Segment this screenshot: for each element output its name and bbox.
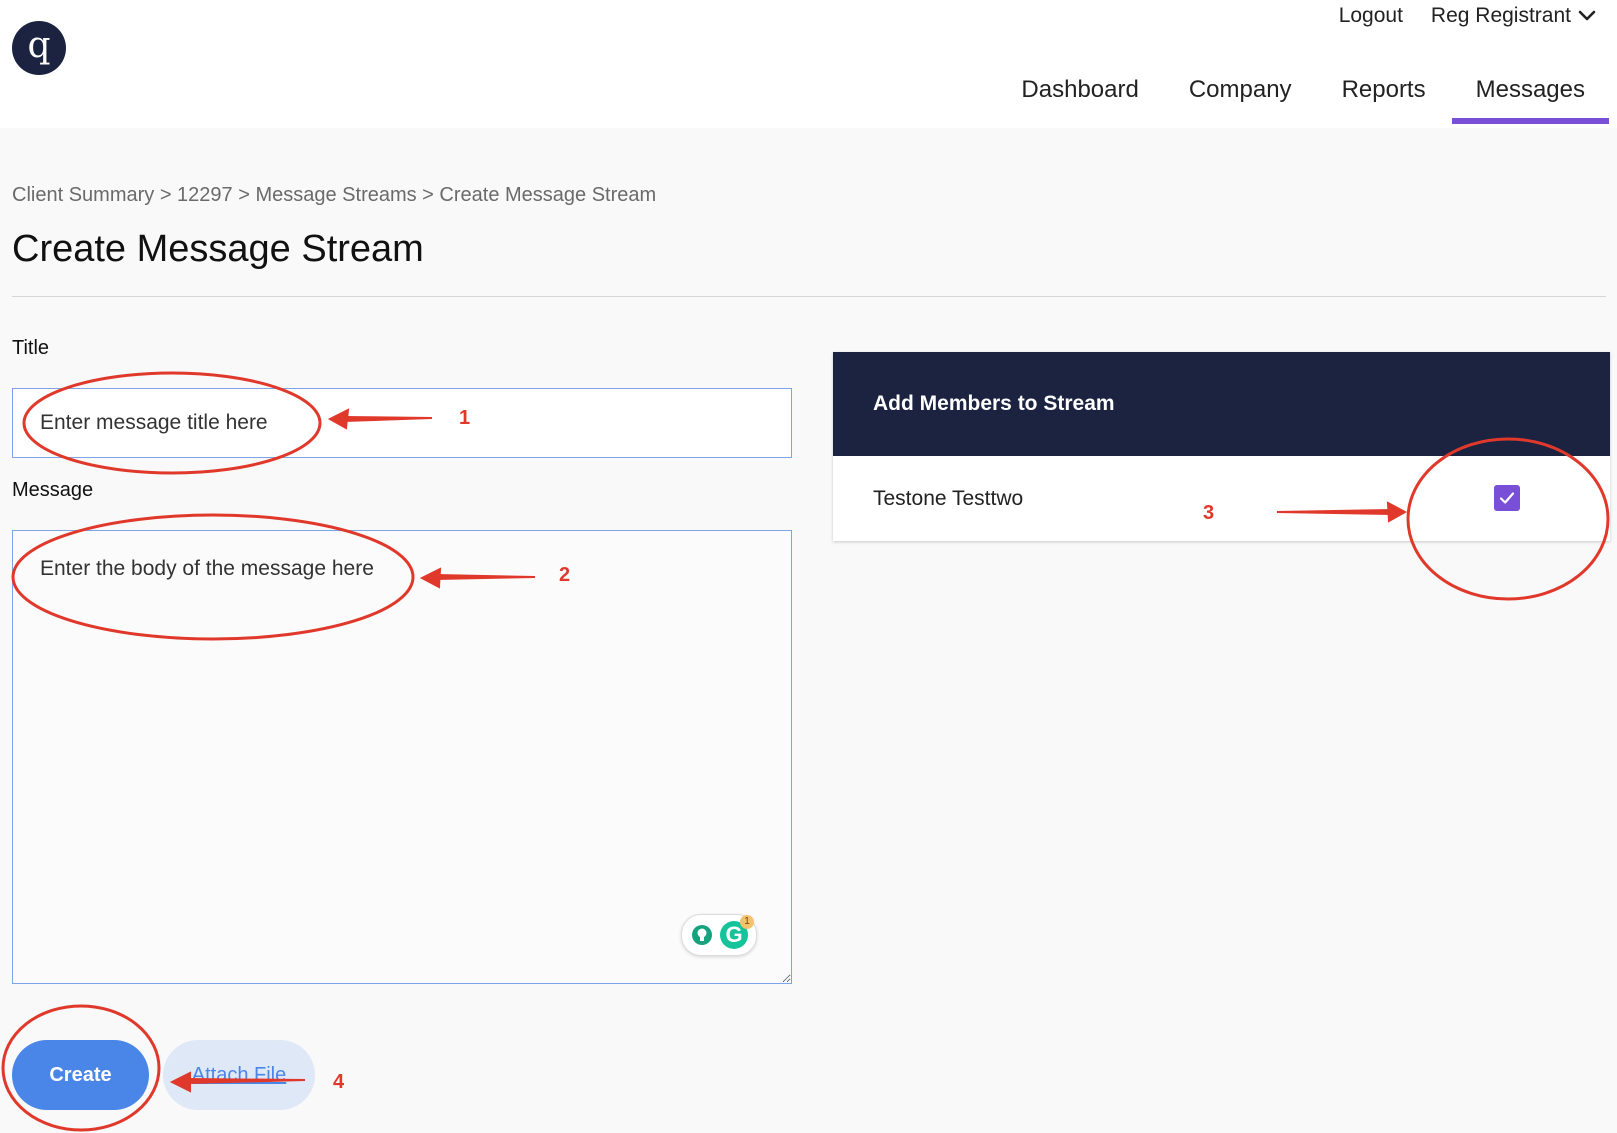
- grammarly-widget[interactable]: G 1: [681, 914, 757, 956]
- main-nav: Dashboard Company Reports Messages: [995, 72, 1609, 124]
- logout-link[interactable]: Logout: [1339, 4, 1403, 28]
- members-panel-header: Add Members to Stream: [833, 352, 1610, 456]
- tab-company[interactable]: Company: [1165, 72, 1316, 124]
- members-panel: Add Members to Stream Testone Testtwo: [833, 352, 1610, 541]
- create-button[interactable]: Create: [12, 1040, 149, 1110]
- title-label: Title: [12, 337, 50, 359]
- tab-messages[interactable]: Messages: [1451, 72, 1609, 124]
- page: q Logout Reg Registrant Dashboard Compan…: [0, 0, 1617, 1133]
- user-name: Reg Registrant: [1430, 4, 1571, 27]
- logo-letter: q: [27, 25, 51, 66]
- tab-reports[interactable]: Reports: [1318, 72, 1450, 124]
- app-logo[interactable]: q: [12, 21, 66, 75]
- message-textarea[interactable]: [12, 530, 792, 984]
- lightbulb-icon: [692, 925, 712, 945]
- attach-file-button[interactable]: Attach File: [163, 1040, 315, 1110]
- member-checkbox[interactable]: [1494, 485, 1520, 511]
- grammarly-count-badge: 1: [740, 915, 754, 929]
- page-title: Create Message Stream: [12, 228, 424, 270]
- top-links: Logout Reg Registrant: [1339, 4, 1597, 28]
- tab-dashboard[interactable]: Dashboard: [997, 72, 1162, 124]
- title-input[interactable]: [12, 388, 792, 458]
- annotation-number-3: 3: [1203, 502, 1215, 524]
- annotation-number-4: 4: [333, 1071, 345, 1093]
- breadcrumb[interactable]: Client Summary > 12297 > Message Streams…: [12, 184, 656, 207]
- message-label: Message: [12, 479, 94, 501]
- member-row[interactable]: Testone Testtwo: [833, 456, 1610, 541]
- divider: [12, 296, 1606, 297]
- chevron-down-icon: [1578, 10, 1596, 21]
- user-menu[interactable]: Reg Registrant: [1431, 4, 1597, 28]
- annotation-number-2: 2: [559, 564, 571, 586]
- annotation-number-1: 1: [459, 407, 471, 429]
- app-header: q Logout Reg Registrant Dashboard Compan…: [0, 0, 1617, 128]
- member-name: Testone Testtwo: [873, 486, 1024, 510]
- checkmark-icon: [1499, 492, 1515, 504]
